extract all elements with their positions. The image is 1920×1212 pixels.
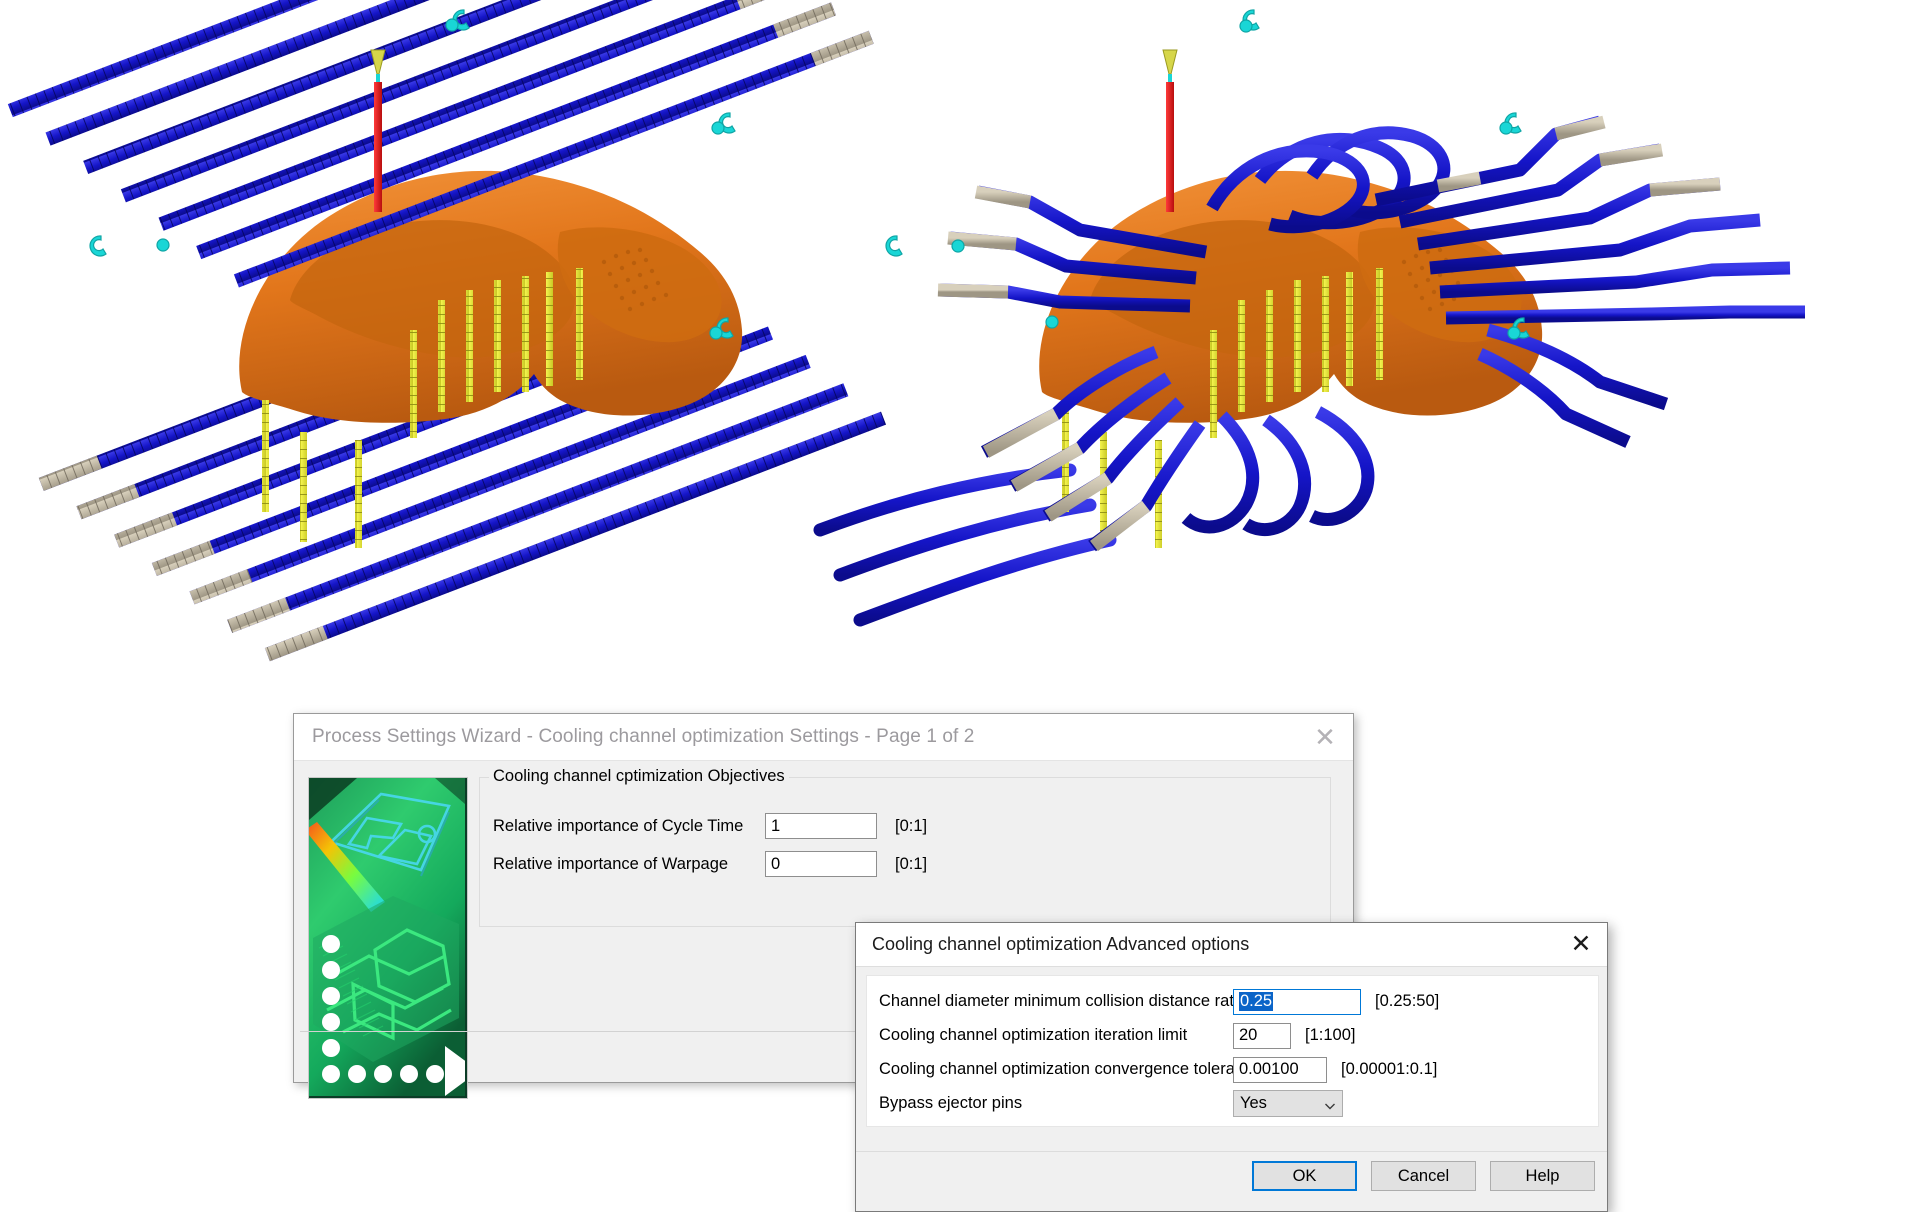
thumbnail-graphic [309, 778, 465, 1096]
right-model-view [820, 10, 1805, 620]
collision-distance-ratio-label: Channel diameter minimum collision dista… [879, 992, 1225, 1011]
warpage-row: Relative importance of Warpage 0 [0:1] [493, 851, 927, 877]
advanced-button-bar: OK Cancel Help [1252, 1161, 1595, 1191]
advanced-titlebar[interactable]: Cooling channel optimization Advanced op… [856, 923, 1607, 967]
iteration-limit-input[interactable]: 20 [1233, 1023, 1291, 1049]
iteration-limit-label: Cooling channel optimization iteration l… [879, 1026, 1225, 1045]
cycle-time-row: Relative importance of Cycle Time 1 [0:1… [493, 813, 927, 839]
left-model-view [8, 0, 886, 700]
model-viewport [0, 0, 1920, 700]
collision-distance-ratio-range: [0.25:50] [1375, 992, 1439, 1011]
cycle-time-range: [0:1] [895, 817, 927, 836]
convergence-tolerance-input[interactable]: 0.00100 [1233, 1057, 1327, 1083]
collision-distance-ratio-row: Channel diameter minimum collision dista… [879, 988, 1439, 1015]
wizard-title: Process Settings Wizard - Cooling channe… [294, 726, 974, 748]
cooling-preview-thumbnail [308, 777, 468, 1099]
bypass-ejector-pins-value: Yes [1240, 1094, 1267, 1113]
bypass-ejector-pins-label: Bypass ejector pins [879, 1094, 1225, 1113]
advanced-fields-panel: Channel diameter minimum collision dista… [866, 975, 1599, 1127]
collision-distance-ratio-input[interactable]: 0.25 [1233, 989, 1361, 1015]
cycle-time-input[interactable]: 1 [765, 813, 877, 839]
close-icon[interactable]: ✕ [1555, 923, 1607, 967]
help-button[interactable]: Help [1490, 1161, 1595, 1191]
warpage-label: Relative importance of Warpage [493, 855, 743, 874]
convergence-tolerance-label: Cooling channel optimization convergence… [879, 1060, 1225, 1079]
cycle-time-label: Relative importance of Cycle Time [493, 817, 743, 836]
cancel-button[interactable]: Cancel [1371, 1161, 1476, 1191]
bypass-ejector-pins-select[interactable]: Yes [1233, 1090, 1343, 1117]
collision-distance-ratio-value: 0.25 [1239, 992, 1273, 1011]
right-sprue [1163, 50, 1177, 212]
iteration-limit-row: Cooling channel optimization iteration l… [879, 1022, 1355, 1049]
ok-button[interactable]: OK [1252, 1161, 1357, 1191]
wizard-titlebar[interactable]: Process Settings Wizard - Cooling channe… [294, 714, 1353, 761]
advanced-options-dialog[interactable]: Cooling channel optimization Advanced op… [855, 922, 1608, 1212]
advanced-dialog-title: Cooling channel optimization Advanced op… [856, 934, 1249, 955]
convergence-tolerance-range: [0.00001:0.1] [1341, 1060, 1437, 1079]
cooling-channel-3d-views [0, 0, 1920, 700]
iteration-limit-range: [1:100] [1305, 1026, 1355, 1045]
close-icon[interactable]: ✕ [1297, 714, 1353, 761]
advanced-footer-separator [856, 1151, 1607, 1152]
bypass-ejector-pins-row: Bypass ejector pins Yes [879, 1090, 1343, 1117]
warpage-input[interactable]: 0 [765, 851, 877, 877]
convergence-tolerance-row: Cooling channel optimization convergence… [879, 1056, 1437, 1083]
warpage-range: [0:1] [895, 855, 927, 874]
objectives-group-legend: Cooling channel cptimization Objectives [489, 767, 789, 786]
chevron-down-icon [1324, 1098, 1334, 1108]
